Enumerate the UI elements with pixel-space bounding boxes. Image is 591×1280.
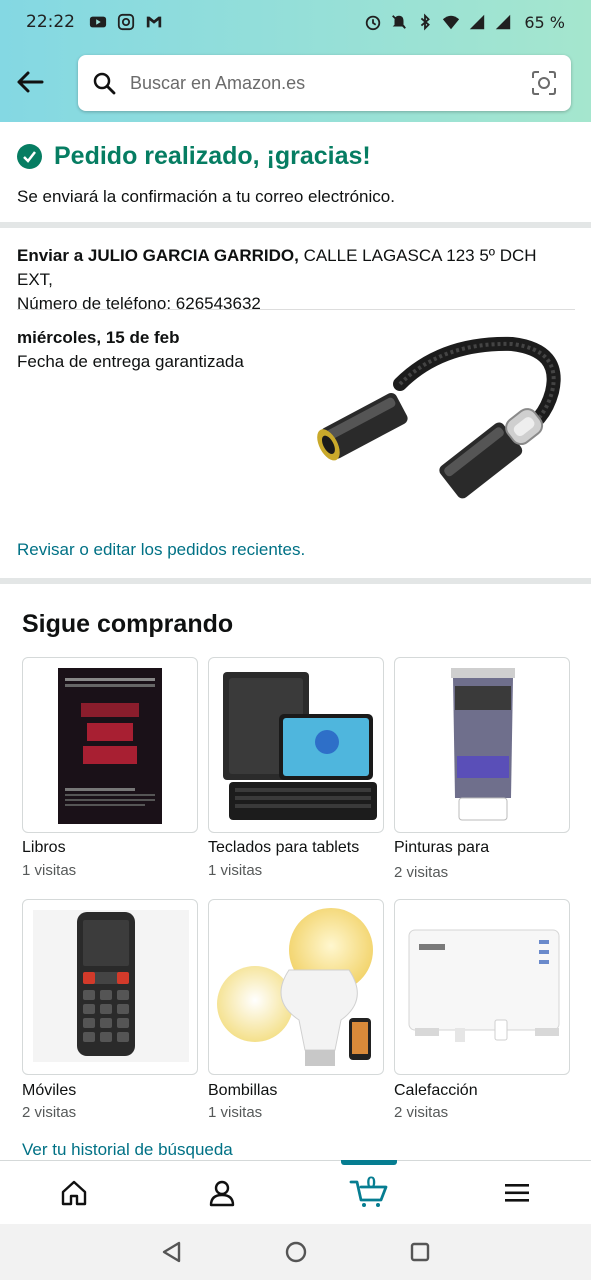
card-visits: 1 visitas xyxy=(208,862,263,879)
card-title[interactable]: Teclados para tablets xyxy=(208,839,359,857)
book-cover-image xyxy=(58,668,162,824)
confirmation-title-row: Pedido realizado, ¡gracias! xyxy=(17,142,574,171)
phone-number: 626543632 xyxy=(175,294,261,313)
ship-label: Enviar a xyxy=(17,246,84,265)
delivery-note: Fecha de entrega garantizada xyxy=(17,352,244,371)
card-title[interactable]: Móviles xyxy=(22,1082,76,1100)
section-divider xyxy=(0,222,591,228)
ship-name: JULIO GARCIA GARRIDO, xyxy=(87,246,299,265)
hamburger-menu-icon xyxy=(505,1183,530,1202)
home-circle-icon[interactable] xyxy=(284,1240,308,1264)
confirmation-title: Pedido realizado, ¡gracias! xyxy=(54,142,371,170)
status-time: 22:22 xyxy=(26,12,75,32)
section-divider xyxy=(0,578,591,584)
nav-account[interactable] xyxy=(148,1161,296,1224)
instagram-icon xyxy=(117,13,135,31)
wifi-icon xyxy=(443,15,460,30)
status-bar: 22:22 65 % xyxy=(0,0,591,44)
back-triangle-icon[interactable] xyxy=(160,1240,184,1264)
card-visits: 2 visitas xyxy=(394,1104,449,1121)
keep-shopping-card-moviles[interactable] xyxy=(22,899,198,1075)
mobile-phone-image xyxy=(33,910,189,1062)
shipping-address: Enviar a JULIO GARCIA GARRIDO, CALLE LAG… xyxy=(0,232,591,316)
nav-home[interactable] xyxy=(0,1161,148,1224)
divider xyxy=(17,309,575,310)
bluetooth-icon xyxy=(421,13,431,31)
delivery-date: miércoles, 15 de feb xyxy=(17,328,180,347)
keep-shopping-card-calefaccion[interactable] xyxy=(394,899,570,1075)
mute-icon xyxy=(392,15,407,29)
battery-level: 65 % xyxy=(524,12,565,32)
nav-menu[interactable] xyxy=(443,1161,591,1224)
check-circle-icon xyxy=(17,144,42,169)
search-history-link[interactable]: Ver tu historial de búsqueda xyxy=(22,1140,233,1160)
active-tab-indicator xyxy=(341,1160,398,1165)
confirmation-subtitle: Se enviará la confirmación a tu correo e… xyxy=(17,187,395,206)
nav-cart[interactable]: 0 xyxy=(296,1160,444,1224)
card-visits: 1 visitas xyxy=(208,1104,263,1121)
search-placeholder: Buscar en Amazon.es xyxy=(130,72,306,93)
phone-label: Número de teléfono: xyxy=(17,294,172,313)
recents-square-icon[interactable] xyxy=(408,1240,432,1264)
search-icon xyxy=(93,72,116,95)
home-icon xyxy=(61,1180,87,1205)
card-visits: 1 visitas xyxy=(22,862,77,879)
keep-shopping-card-teclados[interactable] xyxy=(208,657,384,833)
signal-icon xyxy=(470,14,485,30)
user-icon xyxy=(209,1180,234,1206)
card-title[interactable]: Pinturas para xyxy=(394,839,489,857)
delivery-info: miércoles, 15 de feb Fecha de entrega ga… xyxy=(17,326,244,374)
product-image-audio-adapter[interactable] xyxy=(312,322,572,522)
card-visits: 2 visitas xyxy=(394,864,449,881)
card-title[interactable]: Calefacción xyxy=(394,1082,478,1100)
keep-shopping-title: Sigue comprando xyxy=(22,610,234,638)
card-title[interactable]: Bombillas xyxy=(208,1082,277,1100)
tablet-keyboard-image xyxy=(223,672,377,820)
alarm-icon xyxy=(366,15,381,31)
keep-shopping-card-bombillas[interactable] xyxy=(208,899,384,1075)
keep-shopping-card-libros[interactable] xyxy=(22,657,198,833)
gmail-icon xyxy=(146,16,162,28)
keep-shopping-card-pinturas[interactable] xyxy=(394,657,570,833)
light-bulb-image xyxy=(217,908,373,1066)
search-input[interactable]: Buscar en Amazon.es xyxy=(78,55,571,111)
system-navigation-bar xyxy=(0,1224,591,1280)
youtube-icon xyxy=(89,16,107,28)
card-title[interactable]: Libros xyxy=(22,839,66,857)
signal-icon xyxy=(496,14,511,30)
camera-scan-icon[interactable] xyxy=(531,70,557,96)
review-orders-link[interactable]: Revisar o editar los pedidos recientes. xyxy=(17,540,305,560)
heater-image xyxy=(408,929,560,1042)
arrow-left-icon xyxy=(17,71,44,93)
card-visits: 2 visitas xyxy=(22,1104,77,1121)
paint-tube-image xyxy=(451,668,515,821)
bottom-navigation: 0 xyxy=(0,1160,591,1224)
cart-count: 0 xyxy=(366,1173,377,1192)
order-confirmation: Pedido realizado, ¡gracias! Se enviará l… xyxy=(0,122,591,222)
back-button[interactable] xyxy=(14,66,46,98)
